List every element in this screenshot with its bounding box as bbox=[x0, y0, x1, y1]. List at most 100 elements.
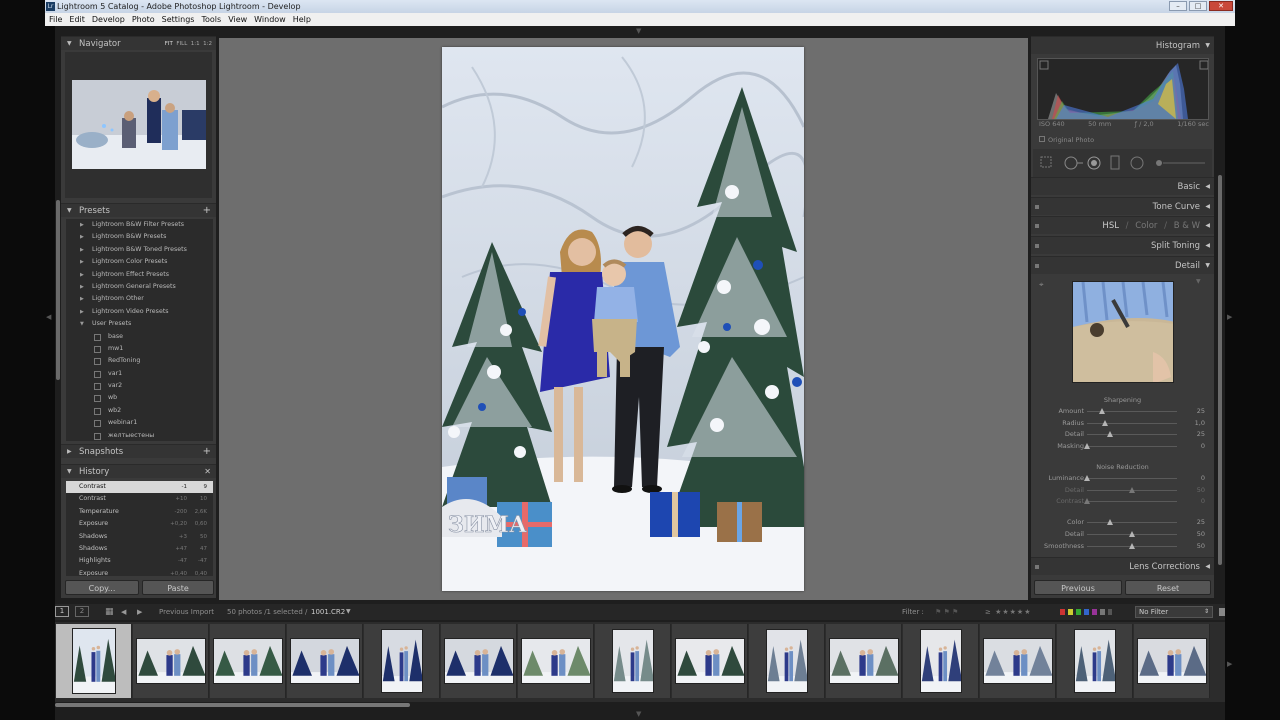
slider-value[interactable]: 0 bbox=[1191, 474, 1205, 482]
copy-button[interactable]: Copy... bbox=[65, 580, 139, 595]
previous-button[interactable]: Previous bbox=[1034, 580, 1122, 595]
hsl-tab[interactable]: HSL bbox=[1102, 221, 1119, 231]
filmstrip-thumbnail[interactable] bbox=[213, 638, 283, 684]
filmstrip-thumbnail[interactable] bbox=[920, 629, 962, 693]
close-button[interactable]: ✕ bbox=[1209, 1, 1233, 11]
zoom-fit[interactable]: FIT bbox=[165, 41, 173, 47]
noise-slider-smoothness[interactable]: Smoothness 50 bbox=[1031, 541, 1214, 552]
snapshots-header[interactable]: ▶ Snapshots + bbox=[61, 444, 216, 458]
clear-history-button[interactable]: ✕ bbox=[204, 465, 211, 479]
menu-window[interactable]: Window bbox=[254, 13, 286, 26]
filmstrip-thumbnail[interactable] bbox=[1137, 638, 1207, 684]
preset-item[interactable]: webinar1 bbox=[66, 417, 213, 429]
zoom-fill[interactable]: FILL bbox=[176, 41, 187, 47]
slider-thumb[interactable] bbox=[1106, 519, 1113, 526]
slider-track[interactable] bbox=[1087, 501, 1177, 503]
filmstrip-thumbnail[interactable] bbox=[1074, 629, 1116, 693]
maximize-button[interactable]: □ bbox=[1189, 1, 1207, 11]
histogram-graph[interactable] bbox=[1037, 58, 1209, 120]
color-label-filter[interactable] bbox=[1060, 609, 1112, 615]
slider-value[interactable]: 1,0 bbox=[1191, 419, 1205, 427]
filmstrip-thumbnail[interactable] bbox=[766, 629, 808, 693]
detail-preview[interactable] bbox=[1072, 281, 1174, 383]
split-toning-header[interactable]: Split Toning ◀ bbox=[1031, 236, 1214, 254]
second-window-button[interactable]: 2 bbox=[75, 606, 89, 617]
menu-edit[interactable]: Edit bbox=[69, 13, 85, 26]
slider-value[interactable]: 25 bbox=[1191, 407, 1205, 415]
filmstrip-thumbnail[interactable] bbox=[829, 638, 899, 684]
color-tab[interactable]: Color bbox=[1135, 221, 1157, 231]
main-photo[interactable]: ЗИМА bbox=[442, 47, 804, 591]
history-step[interactable]: Exposure +0,40 0,40 bbox=[66, 568, 213, 576]
filmstrip-thumbnail[interactable] bbox=[72, 628, 116, 694]
slider-thumb[interactable] bbox=[1084, 498, 1090, 505]
panel-switch-icon[interactable] bbox=[1035, 244, 1039, 248]
preset-item[interactable]: wb2 bbox=[66, 405, 213, 417]
left-panel-scrollbar[interactable] bbox=[56, 200, 60, 380]
filmstrip-thumbnail[interactable] bbox=[983, 638, 1053, 684]
lens-corrections-header[interactable]: Lens Corrections ◀ bbox=[1031, 557, 1214, 575]
detail-header[interactable]: Detail ▼ bbox=[1031, 256, 1214, 274]
star-rating-filter[interactable]: ≥ ★★★★★ bbox=[985, 604, 1031, 620]
preset-item[interactable]: var1 bbox=[66, 368, 213, 380]
slider-thumb[interactable] bbox=[1102, 419, 1108, 426]
noise-slider-luminance[interactable]: Luminance 0 bbox=[1031, 473, 1214, 484]
slider-thumb[interactable] bbox=[1129, 486, 1135, 493]
filmstrip-thumbnail[interactable] bbox=[444, 638, 514, 684]
preset-folder[interactable]: Lightroom Video Presets bbox=[66, 306, 213, 318]
bottom-panel-toggle-icon[interactable]: ▼ bbox=[636, 710, 641, 718]
preset-item[interactable]: желтыестены bbox=[66, 430, 213, 442]
histogram-header[interactable]: Histogram ▼ bbox=[1031, 36, 1214, 54]
filmstrip-thumbnail[interactable] bbox=[675, 638, 745, 684]
file-dropdown-icon[interactable]: ▼ bbox=[346, 604, 351, 620]
history-step[interactable]: Contrast -1 9 bbox=[66, 481, 213, 494]
grid-view-icon[interactable]: ▦ bbox=[105, 604, 114, 620]
original-photo-checkbox[interactable]: Original Photo bbox=[1039, 136, 1094, 144]
preset-folder[interactable]: Lightroom Color Presets bbox=[66, 256, 213, 268]
slider-value[interactable]: 25 bbox=[1191, 430, 1205, 438]
slider-track[interactable] bbox=[1087, 446, 1177, 448]
basic-header[interactable]: Basic ◀ bbox=[1031, 177, 1214, 195]
history-step[interactable]: Shadows +3 50 bbox=[66, 531, 213, 543]
history-step[interactable]: Highlights -47 -47 bbox=[66, 555, 213, 567]
slider-value[interactable]: 0 bbox=[1191, 442, 1205, 450]
menu-photo[interactable]: Photo bbox=[132, 13, 155, 26]
paste-button[interactable]: Paste bbox=[142, 580, 214, 595]
filmstrip-thumbnail[interactable] bbox=[612, 629, 654, 693]
slider-thumb[interactable] bbox=[1106, 431, 1113, 438]
preset-folder[interactable]: Lightroom General Presets bbox=[66, 281, 213, 293]
menu-tools[interactable]: Tools bbox=[201, 13, 221, 26]
zoom-1-2[interactable]: 1:2 bbox=[203, 41, 212, 47]
right-panel-toggle-icon[interactable]: ▶ bbox=[1227, 313, 1232, 321]
slider-value[interactable]: 25 bbox=[1191, 518, 1205, 526]
history-step[interactable]: Shadows +47 47 bbox=[66, 543, 213, 555]
source-label[interactable]: Previous Import bbox=[159, 604, 214, 620]
preset-item[interactable]: var2 bbox=[66, 380, 213, 392]
menu-settings[interactable]: Settings bbox=[162, 13, 195, 26]
filmstrip-thumbnail[interactable] bbox=[521, 638, 591, 684]
minimize-button[interactable]: – bbox=[1169, 1, 1187, 11]
main-window-button[interactable]: 1 bbox=[55, 606, 69, 617]
flag-filter-icons[interactable]: ⚑ ⚑ ⚑ bbox=[935, 604, 958, 620]
history-step[interactable]: Contrast +10 10 bbox=[66, 493, 213, 505]
panel-switch-icon[interactable] bbox=[1035, 264, 1039, 268]
filmstrip-right-arrow-icon[interactable]: ▶ bbox=[1227, 660, 1232, 668]
filmstrip-thumbnail[interactable] bbox=[381, 629, 423, 693]
bw-tab[interactable]: B & W bbox=[1174, 221, 1200, 231]
preset-folder[interactable]: Lightroom B&W Filter Presets bbox=[66, 219, 213, 231]
slider-thumb[interactable] bbox=[1084, 443, 1090, 450]
slider-track[interactable] bbox=[1087, 522, 1177, 524]
menu-help[interactable]: Help bbox=[293, 13, 311, 26]
slider-thumb[interactable] bbox=[1084, 475, 1090, 481]
preset-item[interactable]: mw1 bbox=[66, 343, 213, 355]
preset-item[interactable]: wb bbox=[66, 392, 213, 404]
left-panel-toggle-icon[interactable]: ◀ bbox=[46, 313, 51, 321]
add-preset-button[interactable]: + bbox=[203, 204, 211, 218]
back-arrow-icon[interactable]: ◀ bbox=[121, 604, 126, 620]
sharpening-slider-amount[interactable]: Amount 25 bbox=[1031, 406, 1214, 417]
checkbox-icon[interactable] bbox=[1039, 136, 1045, 142]
slider-track[interactable] bbox=[1087, 422, 1177, 424]
sharpening-slider-radius[interactable]: Radius 1,0 bbox=[1031, 418, 1214, 429]
menu-develop[interactable]: Develop bbox=[92, 13, 125, 26]
zoom-1-1[interactable]: 1:1 bbox=[191, 41, 200, 47]
